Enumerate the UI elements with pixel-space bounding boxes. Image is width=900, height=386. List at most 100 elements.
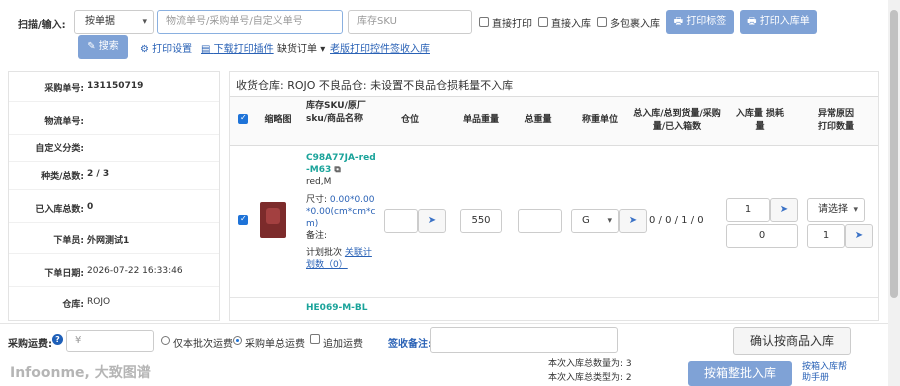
remark-textarea[interactable] xyxy=(430,327,618,353)
direct-print-checkbox[interactable] xyxy=(479,17,489,27)
total-types-text: 本次入库总类型为: 2 xyxy=(548,373,632,383)
stockin-qty-input[interactable]: 1 xyxy=(726,198,770,222)
direct-stock-label: 直接入库 xyxy=(551,19,591,30)
sku-input[interactable]: 库存SKU xyxy=(348,10,472,34)
edit-icon: ✎ xyxy=(87,41,96,52)
info-key: 自定义分类: xyxy=(35,144,84,154)
chevron-down-icon: ▾ xyxy=(142,17,147,27)
batch-stockin-button[interactable]: 按箱整批入库 xyxy=(688,361,792,386)
print-qty-send-button[interactable]: ➤ xyxy=(845,224,873,248)
batch-freight-label: 仅本批次运费 xyxy=(173,339,233,350)
row-checkbox[interactable] xyxy=(238,214,248,225)
total-freight-label: 采购单总运费 xyxy=(245,339,305,350)
header-totals: 总入库/总到货量/采购量/已入箱数 xyxy=(633,109,721,132)
gear-icon: ⚙ xyxy=(140,44,149,55)
copy-icon[interactable]: ⧉ xyxy=(334,165,340,175)
search-input[interactable]: 物流单号/采购单号/自定义单号 xyxy=(157,10,343,34)
warehouse-line: 收货仓库: ROJO 不良品仓: 未设置不良品仓损耗量不入库 xyxy=(236,79,514,92)
total-qty-text: 本次入库总数量为: 3 xyxy=(548,359,632,369)
info-value: 131150719 xyxy=(87,81,144,91)
scan-mode-value: 按单据 xyxy=(85,16,115,27)
sku-link[interactable]: HE069-M-BL xyxy=(306,303,368,313)
unit-weight-input[interactable]: 550 xyxy=(460,209,502,233)
send-icon: ➤ xyxy=(854,230,864,241)
header-sku: 库存SKU/原厂sku/商品名称 xyxy=(306,101,366,124)
add-freight-checkbox[interactable] xyxy=(310,334,320,344)
order-info-panel: 采购单号: 131150719 物流单号: 自定义分类: 种类/总数: 2 / 3 … xyxy=(8,71,220,321)
watermark: Infoonme, 大致图谱 xyxy=(10,365,151,381)
print-stockin-text: 打印入库单 xyxy=(759,16,810,27)
search-button[interactable]: ✎ 搜索 xyxy=(78,35,128,59)
direct-print-label: 直接打印 xyxy=(492,19,532,30)
sku-link[interactable]: C98A77JA-red-M63 ⧉ xyxy=(306,152,376,176)
info-key: 已入库总数: xyxy=(35,205,84,215)
select-all-checkbox[interactable] xyxy=(238,113,248,124)
size-label: 尺寸: xyxy=(306,195,328,205)
scan-input-label: 扫描/输入: xyxy=(18,20,66,31)
send-icon: ➤ xyxy=(427,215,437,226)
chevron-down-icon: ▾ xyxy=(853,205,858,215)
direct-stock-checkbox[interactable] xyxy=(538,17,548,27)
shirt-icon xyxy=(266,208,280,224)
batch-freight-radio[interactable] xyxy=(161,336,170,345)
info-row: 下单日期: 2026-07-22 16:33:46 xyxy=(9,257,219,287)
freight-input[interactable]: ¥ xyxy=(66,330,154,352)
header-exception: 异常原因 打印数量 xyxy=(817,109,854,132)
items-panel: 收货仓库: ROJO 不良品仓: 未设置不良品仓损耗量不入库 缩略图 库存SKU… xyxy=(229,71,879,321)
info-row: 仓库: ROJO xyxy=(9,288,219,318)
print-stockin-button[interactable]: 🖶 打印入库单 xyxy=(740,10,817,34)
old-plugin-link[interactable]: 老版打印控件签收入库 xyxy=(330,40,430,55)
print-label-button[interactable]: 🖶 打印标签 xyxy=(666,10,734,34)
download-plugin-link[interactable]: ▤ 下载打印插件 xyxy=(201,40,274,55)
stockin-qty-send-button[interactable]: ➤ xyxy=(770,198,798,222)
send-icon: ➤ xyxy=(628,215,638,226)
freight-label: 采购运费: xyxy=(8,339,52,350)
header-weight-unit: 称重单位 xyxy=(581,115,618,125)
info-value: 2 / 3 xyxy=(87,169,110,179)
missing-order-text: 缺货订单 xyxy=(277,44,317,55)
info-row: 种类/总数: 2 / 3 xyxy=(9,160,219,190)
print-qty-input[interactable]: 1 xyxy=(807,224,845,248)
weight-unit-select[interactable]: G ▾ xyxy=(571,209,619,233)
exception-reason-select[interactable]: 请选择 ▾ xyxy=(807,198,865,222)
variant-text: red,M xyxy=(306,177,332,187)
weight-unit-value: G xyxy=(582,215,590,226)
printer-icon: 🖶 xyxy=(673,16,684,27)
loss-qty-input[interactable]: 0 xyxy=(726,224,798,248)
print-label-text: 打印标签 xyxy=(686,16,727,27)
total-freight-radio[interactable] xyxy=(233,336,242,345)
caret-down-icon: ▾ xyxy=(320,44,326,55)
chevron-down-icon: ▾ xyxy=(607,216,612,226)
batch-guide-link[interactable]: 按箱入库帮助手册 xyxy=(802,362,848,384)
scan-mode-select[interactable]: 按单据 ▾ xyxy=(74,10,154,34)
info-value: 2026-07-22 16:33:46 xyxy=(87,266,183,276)
info-value: 外网测试1 xyxy=(87,236,130,246)
header-unit-weight: 单品重量 xyxy=(462,115,499,125)
print-settings-text: 打印设置 xyxy=(152,44,193,55)
add-freight-label: 追加运费 xyxy=(323,339,363,350)
info-row: 物流单号: xyxy=(9,105,219,135)
product-thumbnail[interactable] xyxy=(260,202,286,238)
help-icon[interactable]: ? xyxy=(52,334,63,345)
send-icon: ➤ xyxy=(779,204,789,215)
confirm-by-item-button[interactable]: 确认按商品入库 xyxy=(733,327,851,355)
multi-package-label: 多包裹入库 xyxy=(610,19,660,30)
info-key: 采购单号: xyxy=(44,84,84,94)
scrollbar-thumb[interactable] xyxy=(890,10,898,298)
download-plugin-text: 下载打印插件 xyxy=(213,44,274,55)
missing-order-dropdown[interactable]: 缺货订单 ▾ xyxy=(277,40,325,55)
totals-value: 0 / 0 / 1 / 0 xyxy=(649,215,704,226)
search-button-text: 搜索 xyxy=(98,41,119,52)
total-weight-input[interactable] xyxy=(518,209,562,233)
header-total-weight: 总重量 xyxy=(524,115,552,125)
location-input[interactable] xyxy=(384,209,418,233)
info-key: 下单日期: xyxy=(44,269,84,279)
location-send-button[interactable]: ➤ xyxy=(418,209,446,233)
info-row: 采购单号: 131150719 xyxy=(9,72,219,102)
multi-package-checkbox[interactable] xyxy=(597,17,607,27)
info-key: 仓库: xyxy=(62,300,84,310)
weight-unit-send-button[interactable]: ➤ xyxy=(619,209,647,233)
print-settings-link[interactable]: ⚙ 打印设置 xyxy=(140,40,192,55)
info-row: 自定义分类: xyxy=(9,132,219,162)
header-stockin-qty: 入库量 损耗量 xyxy=(735,109,785,132)
